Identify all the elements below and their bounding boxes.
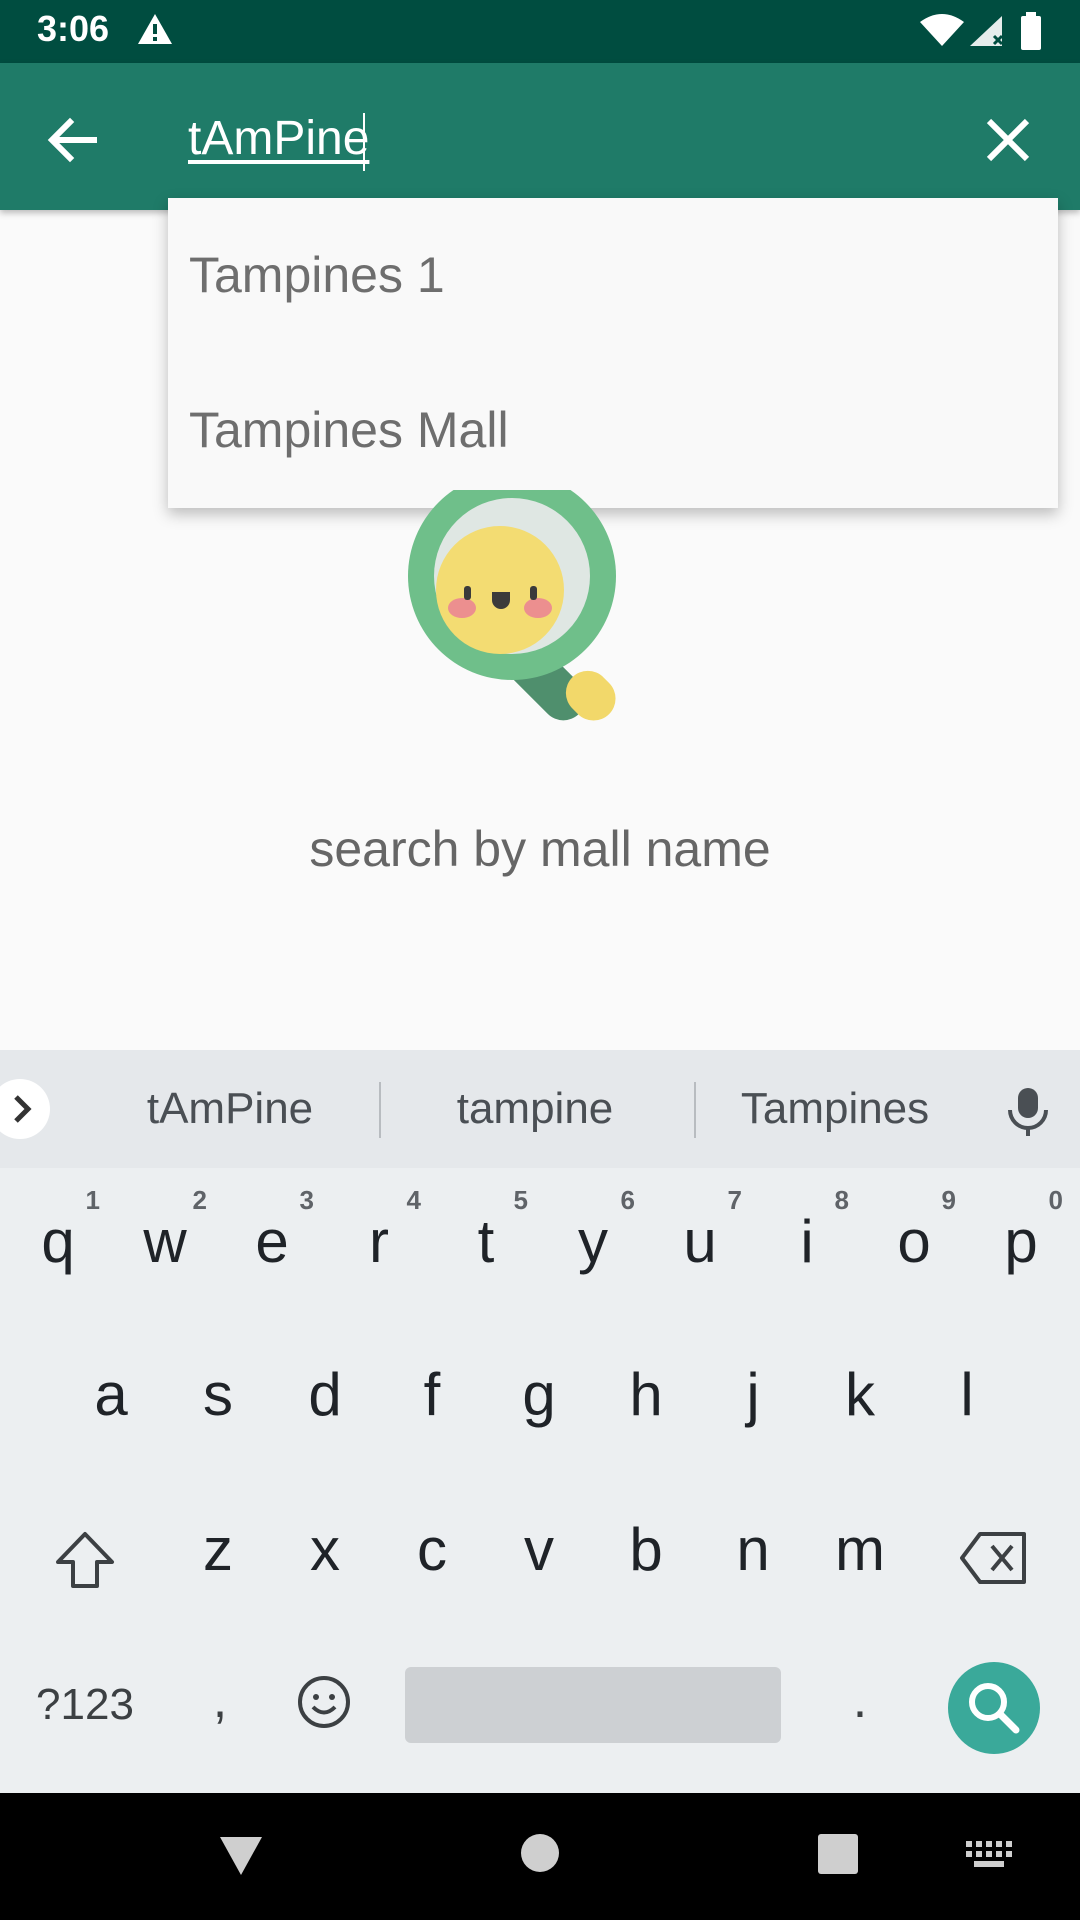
chevron-right-icon [14, 1095, 32, 1123]
nav-recents-icon[interactable] [817, 1833, 859, 1875]
app-bar [0, 63, 1080, 210]
strip-suggestion[interactable]: tAmPine [80, 1050, 380, 1168]
wifi-icon [920, 14, 964, 46]
magnifier-illustration [408, 490, 616, 721]
close-icon[interactable] [975, 107, 1041, 173]
comma-key[interactable]: , [190, 1660, 250, 1740]
key-k[interactable]: k [812, 1338, 908, 1458]
strip-suggestion[interactable]: Tampines [690, 1050, 980, 1168]
key-e[interactable]: e3 [224, 1185, 320, 1305]
key-f[interactable]: f [384, 1338, 480, 1458]
navigation-bar [0, 1793, 1080, 1920]
text-caret [363, 113, 365, 171]
key-j[interactable]: j [705, 1338, 801, 1458]
key-i[interactable]: i8 [759, 1185, 855, 1305]
battery-icon [1021, 12, 1041, 50]
key-g[interactable]: g [491, 1338, 587, 1458]
empty-state-hint: search by mall name [309, 821, 771, 877]
key-d[interactable]: d [277, 1338, 373, 1458]
status-bar: 3:06 [0, 0, 1080, 63]
signal-icon [970, 16, 1004, 46]
emoji-icon[interactable] [296, 1674, 352, 1730]
strip-expand-button[interactable] [0, 1079, 50, 1139]
key-m[interactable]: m [812, 1493, 908, 1613]
shift-icon[interactable] [50, 1526, 120, 1596]
key-x[interactable]: x [277, 1493, 373, 1613]
back-arrow-icon[interactable] [40, 107, 106, 173]
key-y[interactable]: y6 [545, 1185, 641, 1305]
key-q[interactable]: q1 [10, 1185, 106, 1305]
key-o[interactable]: o9 [866, 1185, 962, 1305]
suggestion-item[interactable]: Tampines 1 [168, 198, 1058, 353]
search-key[interactable] [948, 1662, 1040, 1754]
strip-divider [379, 1082, 381, 1138]
soft-keyboard: tAmPine tampine Tampines q1 w2 e3 r4 t5 … [0, 1050, 1080, 1793]
nav-back-icon[interactable] [216, 1833, 266, 1879]
key-c[interactable]: c [384, 1493, 480, 1613]
space-key[interactable] [405, 1667, 781, 1743]
key-t[interactable]: t5 [438, 1185, 534, 1305]
key-h[interactable]: h [598, 1338, 694, 1458]
strip-suggestion[interactable]: tampine [385, 1050, 685, 1168]
warning-icon [138, 14, 172, 44]
search-suggestions-dropdown: Tampines 1 Tampines Mall [168, 198, 1058, 508]
key-u[interactable]: u7 [652, 1185, 748, 1305]
microphone-icon[interactable] [1000, 1084, 1056, 1140]
status-time: 3:06 [37, 8, 110, 49]
symbols-key[interactable]: ?123 [20, 1670, 150, 1740]
key-n[interactable]: n [705, 1493, 801, 1613]
backspace-icon[interactable] [958, 1528, 1030, 1588]
key-p[interactable]: p0 [973, 1185, 1069, 1305]
key-l[interactable]: l [919, 1338, 1015, 1458]
search-icon [969, 1683, 1020, 1734]
key-w[interactable]: w2 [117, 1185, 213, 1305]
suggestion-item[interactable]: Tampines Mall [168, 353, 1058, 508]
key-s[interactable]: s [170, 1338, 266, 1458]
key-z[interactable]: z [170, 1493, 266, 1613]
keyboard-suggestion-strip: tAmPine tampine Tampines [0, 1050, 1080, 1168]
keyboard-switch-icon[interactable] [966, 1841, 1012, 1869]
key-v[interactable]: v [491, 1493, 587, 1613]
key-b[interactable]: b [598, 1493, 694, 1613]
period-key[interactable]: . [830, 1660, 890, 1740]
key-a[interactable]: a [63, 1338, 159, 1458]
key-r[interactable]: r4 [331, 1185, 427, 1305]
nav-home-icon[interactable] [520, 1833, 560, 1873]
search-input[interactable] [188, 103, 948, 173]
